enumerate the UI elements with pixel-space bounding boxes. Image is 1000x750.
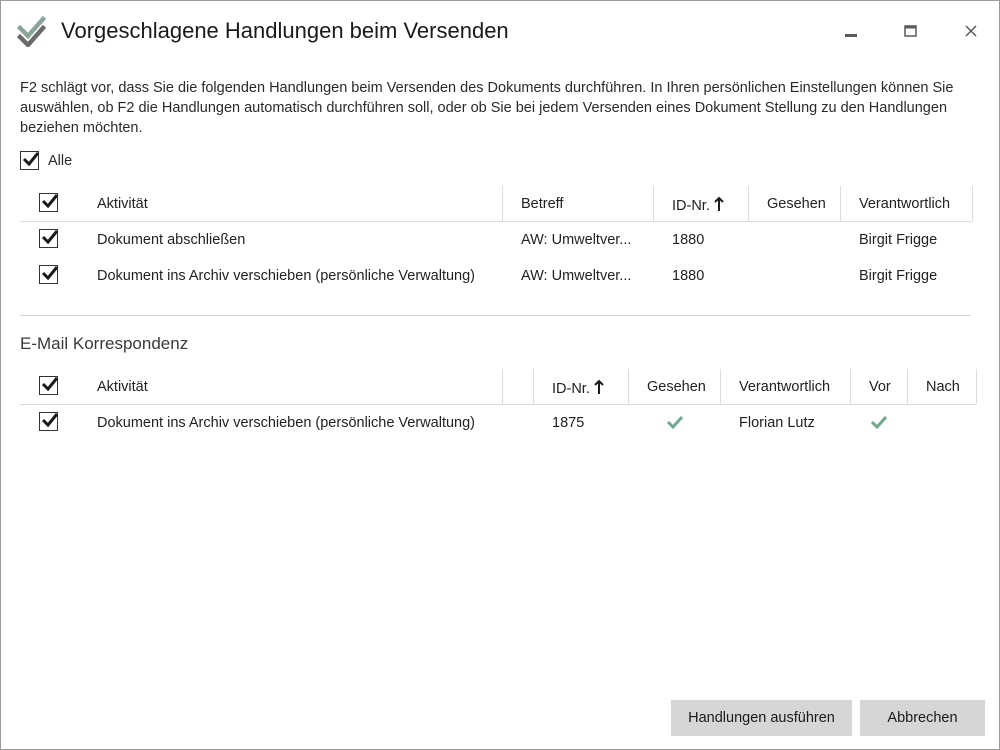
- column-header-id-label: ID-Nr.: [552, 381, 590, 397]
- cancel-button[interactable]: Abbrechen: [860, 700, 985, 736]
- column-divider[interactable]: [653, 186, 654, 221]
- cell-subject: AW: Umweltver...: [521, 268, 632, 284]
- cell-id: 1880: [672, 268, 705, 284]
- table1-header-checkbox[interactable]: [39, 193, 59, 212]
- column-divider[interactable]: [628, 369, 629, 404]
- cell-responsible: Florian Lutz: [739, 415, 815, 431]
- cell-activity: Dokument ins Archiv verschieben (persönl…: [97, 415, 475, 431]
- column-header-id[interactable]: ID-Nr.: [672, 196, 724, 216]
- sort-ascending-icon: [714, 196, 724, 216]
- header-divider: [20, 404, 976, 405]
- maximize-icon[interactable]: [898, 19, 924, 45]
- cell-responsible: Birgit Frigge: [859, 232, 938, 248]
- cell-subject: AW: Umweltver...: [521, 232, 632, 248]
- section-title-email: E-Mail Korrespondenz: [20, 334, 189, 353]
- column-divider[interactable]: [533, 369, 534, 404]
- window-title: Vorgeschlagene Handlungen beim Versenden: [61, 18, 509, 43]
- column-divider[interactable]: [748, 186, 749, 221]
- column-header-activity[interactable]: Aktivität: [97, 379, 148, 395]
- row-checkbox[interactable]: [39, 265, 59, 284]
- column-divider[interactable]: [502, 369, 503, 404]
- cell-id: 1880: [672, 232, 705, 248]
- column-header-after[interactable]: Nach: [926, 379, 960, 395]
- select-all-checkbox[interactable]: [20, 151, 40, 170]
- cell-activity: Dokument ins Archiv verschieben (persönl…: [97, 268, 475, 284]
- table2-header-checkbox[interactable]: [39, 376, 59, 395]
- title-bar: Vorgeschlagene Handlungen beim Versenden: [1, 1, 999, 63]
- column-header-id[interactable]: ID-Nr.: [552, 379, 604, 399]
- column-header-activity[interactable]: Aktivität: [97, 196, 148, 212]
- column-divider[interactable]: [840, 186, 841, 221]
- column-divider[interactable]: [907, 369, 908, 404]
- column-header-id-label: ID-Nr.: [672, 198, 710, 214]
- sort-ascending-icon: [594, 379, 604, 399]
- description-text: F2 schlägt vor, dass Sie die folgenden H…: [20, 80, 954, 136]
- cell-id: 1875: [552, 415, 585, 431]
- seen-check-icon: [666, 414, 684, 434]
- column-divider[interactable]: [502, 186, 503, 221]
- column-header-before[interactable]: Vor: [869, 379, 891, 395]
- row-checkbox[interactable]: [39, 229, 59, 248]
- dialog-window: Vorgeschlagene Handlungen beim Versenden…: [0, 0, 1000, 750]
- column-divider[interactable]: [972, 186, 973, 221]
- column-header-seen[interactable]: Gesehen: [767, 196, 826, 212]
- cell-activity: Dokument abschließen: [97, 232, 246, 248]
- execute-actions-button[interactable]: Handlungen ausführen: [671, 700, 852, 736]
- minimize-icon[interactable]: [839, 19, 865, 45]
- app-check-icon: [16, 15, 47, 49]
- column-header-seen[interactable]: Gesehen: [647, 379, 706, 395]
- row-checkbox[interactable]: [39, 412, 59, 431]
- select-all-label: Alle: [48, 153, 73, 169]
- column-divider[interactable]: [976, 369, 977, 404]
- cell-responsible: Birgit Frigge: [859, 268, 938, 284]
- close-icon[interactable]: [958, 19, 984, 45]
- column-header-subject[interactable]: Betreff: [521, 196, 563, 212]
- header-divider: [20, 221, 972, 222]
- column-header-responsible[interactable]: Verantwortlich: [859, 196, 950, 212]
- column-divider[interactable]: [850, 369, 851, 404]
- column-divider[interactable]: [720, 369, 721, 404]
- column-header-responsible[interactable]: Verantwortlich: [739, 379, 830, 395]
- before-check-icon: [870, 414, 888, 434]
- section-divider: [20, 315, 970, 316]
